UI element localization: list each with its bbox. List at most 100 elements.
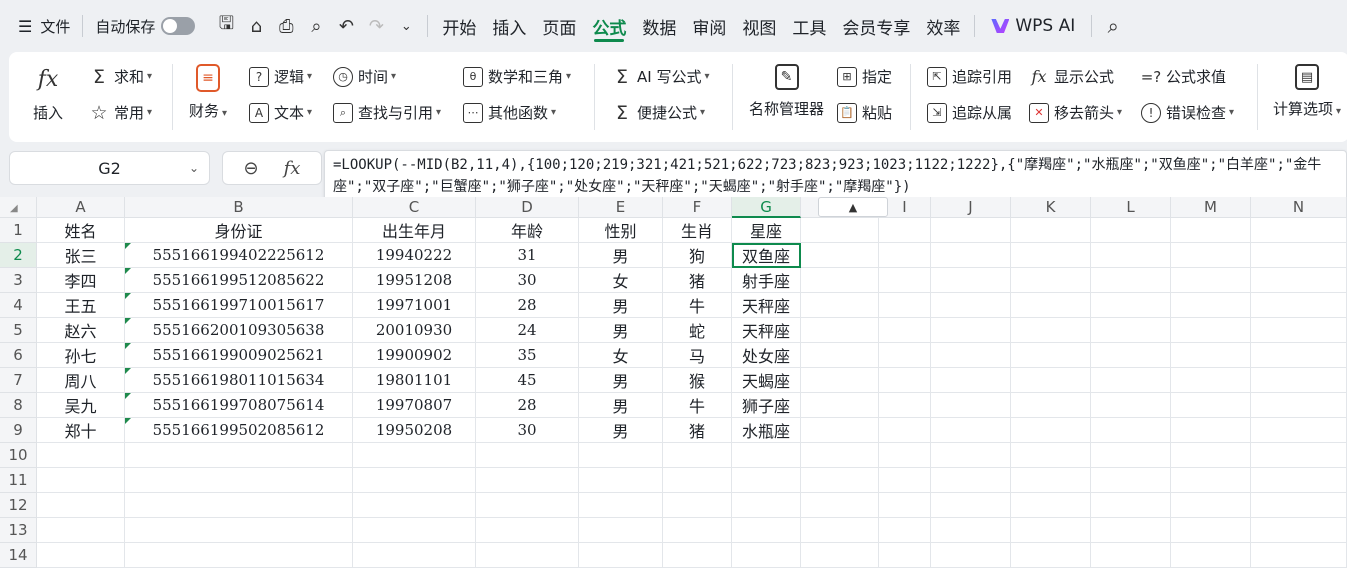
table-cell[interactable]: 555166200109305638 — [125, 318, 353, 343]
empty-cell[interactable] — [1251, 318, 1347, 343]
empty-cell[interactable] — [476, 493, 579, 518]
ai-write-formula-button[interactable]: Σ AI 写公式 ▾ — [612, 66, 710, 88]
lookup-reference-button[interactable]: ⌕ 查找与引用 ▾ — [333, 102, 441, 123]
table-cell[interactable]: 28 — [476, 393, 579, 418]
print-icon[interactable]: ⎙ — [271, 11, 301, 41]
empty-cell[interactable] — [1091, 393, 1171, 418]
empty-cell[interactable] — [801, 243, 879, 268]
empty-cell[interactable] — [801, 418, 879, 443]
empty-cell[interactable] — [125, 468, 353, 493]
empty-cell[interactable] — [1171, 243, 1251, 268]
empty-cell[interactable] — [663, 493, 732, 518]
empty-cell[interactable] — [1171, 418, 1251, 443]
table-header-cell[interactable]: 星座 — [732, 218, 801, 243]
empty-cell[interactable] — [931, 318, 1011, 343]
table-header-cell[interactable]: 姓名 — [37, 218, 125, 243]
empty-cell[interactable] — [1171, 518, 1251, 543]
row-header-3[interactable]: 3 — [0, 268, 37, 293]
paste-name-button[interactable]: 📋 粘贴 — [837, 102, 892, 123]
empty-cell[interactable] — [125, 543, 353, 568]
empty-cell[interactable] — [1171, 468, 1251, 493]
empty-cell[interactable] — [1011, 393, 1091, 418]
empty-cell[interactable] — [125, 518, 353, 543]
column-header-e[interactable]: E — [579, 197, 663, 218]
empty-cell[interactable] — [931, 493, 1011, 518]
table-cell[interactable]: 牛 — [663, 293, 732, 318]
row-header-5[interactable]: 5 — [0, 318, 37, 343]
empty-cell[interactable] — [801, 518, 879, 543]
empty-cell[interactable] — [1171, 393, 1251, 418]
sum-button[interactable]: Σ 求和 ▾ — [89, 66, 152, 88]
empty-cell[interactable] — [1011, 268, 1091, 293]
empty-cell[interactable] — [801, 543, 879, 568]
empty-cell[interactable] — [1171, 268, 1251, 293]
table-cell[interactable]: 19940222 — [353, 243, 476, 268]
formula-input[interactable]: =LOOKUP(--MID(B2,11,4),{100;120;219;321;… — [324, 150, 1347, 202]
show-formulas-button[interactable]: fx 显示公式 — [1029, 66, 1115, 87]
table-header-cell[interactable]: 性别 — [579, 218, 663, 243]
print-preview-icon[interactable]: ⌕ — [301, 11, 331, 41]
table-cell[interactable]: 射手座 — [732, 268, 801, 293]
wps-ai-button[interactable]: WPS AI — [981, 16, 1085, 36]
empty-cell[interactable] — [353, 443, 476, 468]
empty-cell[interactable] — [1251, 493, 1347, 518]
tab-insert[interactable]: 插入 — [484, 6, 534, 46]
file-menu[interactable]: ☰ 文件 — [12, 9, 76, 43]
empty-cell[interactable] — [732, 518, 801, 543]
zoom-out-icon[interactable]: ⊖ — [244, 158, 259, 179]
empty-cell[interactable] — [353, 493, 476, 518]
table-cell[interactable]: 男 — [579, 368, 663, 393]
table-cell[interactable]: 555166199710015617 — [125, 293, 353, 318]
empty-cell[interactable] — [801, 218, 879, 243]
empty-cell[interactable] — [801, 443, 879, 468]
empty-cell[interactable] — [732, 443, 801, 468]
save-icon[interactable]: 🖫 — [211, 11, 241, 41]
empty-cell[interactable] — [1011, 318, 1091, 343]
table-cell[interactable]: 45 — [476, 368, 579, 393]
table-cell[interactable]: 马 — [663, 343, 732, 368]
table-cell[interactable]: 男 — [579, 318, 663, 343]
empty-cell[interactable] — [1091, 418, 1171, 443]
empty-cell[interactable] — [1171, 343, 1251, 368]
table-cell[interactable]: 男 — [579, 293, 663, 318]
table-cell[interactable]: 水瓶座 — [732, 418, 801, 443]
empty-cell[interactable] — [931, 468, 1011, 493]
empty-cell[interactable] — [879, 293, 931, 318]
empty-cell[interactable] — [732, 468, 801, 493]
empty-cell[interactable] — [1091, 368, 1171, 393]
table-cell[interactable]: 555166199708075614 — [125, 393, 353, 418]
table-cell[interactable]: 30 — [476, 418, 579, 443]
empty-cell[interactable] — [1091, 543, 1171, 568]
empty-cell[interactable] — [732, 543, 801, 568]
table-cell[interactable]: 猪 — [663, 268, 732, 293]
empty-cell[interactable] — [125, 493, 353, 518]
table-cell[interactable]: 19801101 — [353, 368, 476, 393]
empty-cell[interactable] — [801, 493, 879, 518]
table-cell[interactable]: 孙七 — [37, 343, 125, 368]
finance-button[interactable]: ≡ 财务 ▾ — [189, 64, 227, 121]
empty-cell[interactable] — [931, 368, 1011, 393]
empty-cell[interactable] — [1091, 493, 1171, 518]
column-header-a[interactable]: A — [37, 197, 125, 218]
empty-cell[interactable] — [1171, 218, 1251, 243]
row-header-10[interactable]: 10 — [0, 443, 37, 468]
empty-cell[interactable] — [879, 468, 931, 493]
empty-cell[interactable] — [879, 268, 931, 293]
table-cell[interactable]: 20010930 — [353, 318, 476, 343]
empty-cell[interactable] — [879, 518, 931, 543]
redo-icon[interactable]: ↷ — [361, 11, 391, 41]
empty-cell[interactable] — [931, 343, 1011, 368]
empty-cell[interactable] — [1091, 218, 1171, 243]
column-header-g[interactable]: G — [732, 197, 801, 218]
empty-cell[interactable] — [801, 368, 879, 393]
row-header-8[interactable]: 8 — [0, 393, 37, 418]
empty-cell[interactable] — [1251, 518, 1347, 543]
empty-cell[interactable] — [579, 468, 663, 493]
name-manager-button[interactable]: ✎ 名称管理器 — [749, 64, 824, 119]
empty-cell[interactable] — [1091, 468, 1171, 493]
evaluate-formula-button[interactable]: =? 公式求值 — [1141, 66, 1226, 87]
column-header-m[interactable]: M — [1171, 197, 1251, 218]
table-cell[interactable]: 处女座 — [732, 343, 801, 368]
empty-cell[interactable] — [1091, 268, 1171, 293]
empty-cell[interactable] — [1171, 293, 1251, 318]
